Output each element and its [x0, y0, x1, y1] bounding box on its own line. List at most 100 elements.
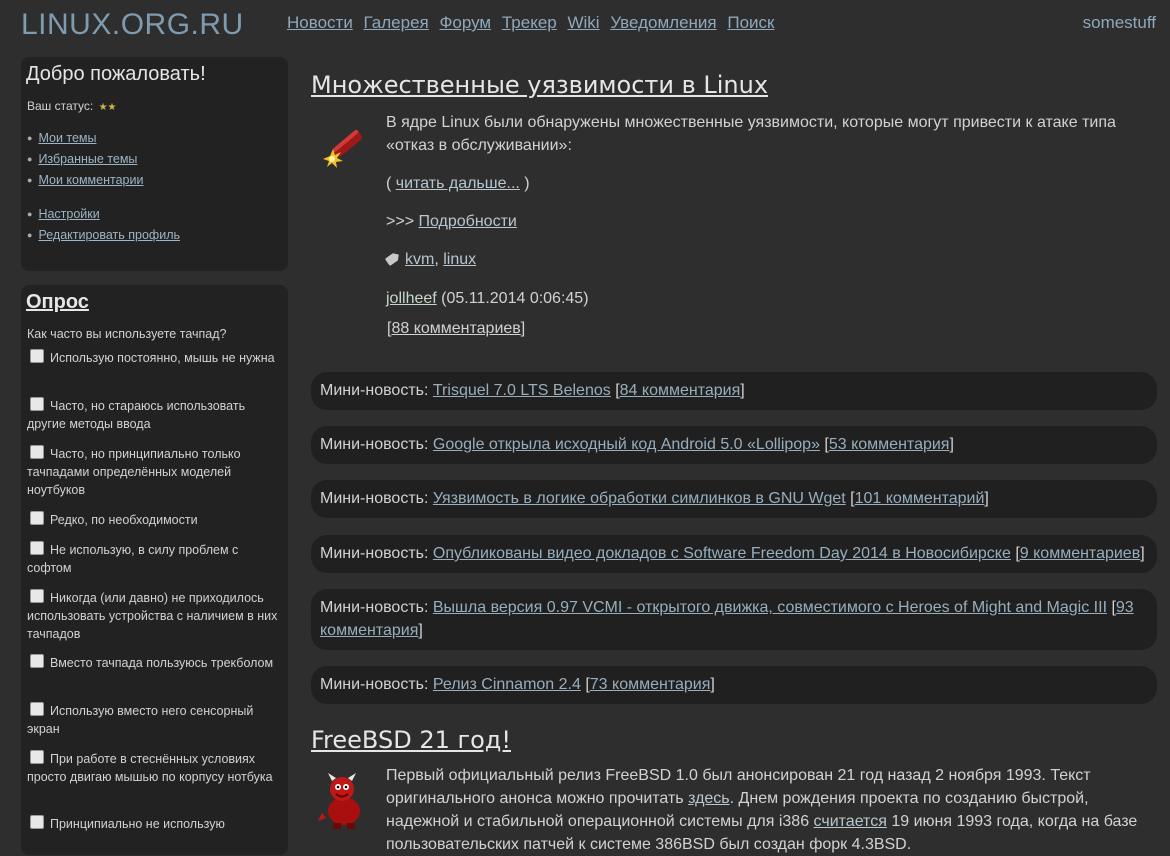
- comments-line: [88 комментариев]: [387, 320, 526, 337]
- poll-option-label: Часто, но принципиально только тачпадами…: [27, 447, 241, 497]
- nav-notifications[interactable]: Уведомления: [610, 13, 716, 32]
- poll-option-label: Вместо тачпада пользуюсь трекболом: [50, 656, 274, 670]
- tag-separator: ,: [434, 251, 444, 268]
- poll-checkbox[interactable]: [30, 349, 44, 363]
- nav-tracker[interactable]: Трекер: [502, 13, 557, 32]
- mini-news-comments-link[interactable]: 9 комментариев: [1020, 545, 1140, 562]
- poll-question: Как часто вы используете тачпад?: [27, 327, 227, 341]
- mini-news-comments-link[interactable]: 53 комментария: [829, 436, 950, 453]
- poll-checkbox[interactable]: [30, 702, 44, 716]
- bullet-icon: ●: [27, 133, 33, 144]
- details-link[interactable]: Подробности: [418, 213, 516, 230]
- mini-news-label: Мини-новость:: [320, 545, 433, 562]
- post-date: (05.11.2014 0:06:45): [436, 290, 589, 307]
- poll-option[interactable]: Не использую, в силу проблем с софтом: [27, 541, 283, 577]
- nav-forum[interactable]: Форум: [439, 13, 491, 32]
- nav-gallery[interactable]: Галерея: [364, 13, 429, 32]
- poll-option[interactable]: Часто, но принципиально только тачпадами…: [27, 445, 283, 499]
- poll-title-link[interactable]: Опрос: [26, 291, 89, 313]
- poll-checkbox[interactable]: [30, 511, 44, 525]
- status-label: Ваш статус:: [27, 99, 94, 113]
- tag-link[interactable]: kvm: [405, 251, 434, 268]
- mini-news-label: Мини-новость:: [320, 599, 433, 616]
- poll-option[interactable]: Редко, по необходимости: [27, 511, 283, 529]
- poll-checkbox[interactable]: [30, 445, 44, 459]
- nav-wiki[interactable]: Wiki: [567, 13, 599, 32]
- article-title-link[interactable]: Множественные уязвимости в Linux: [311, 71, 768, 99]
- poll-option[interactable]: Использую вместо него сенсорный экран: [27, 702, 283, 738]
- comments-link[interactable]: 88 комментариев: [391, 320, 520, 337]
- nav-search[interactable]: Поиск: [727, 13, 774, 32]
- poll-option-label: Часто, но стараюсь использовать другие м…: [27, 399, 246, 431]
- mini-news-link[interactable]: Trisquel 7.0 LTS Belenos: [433, 382, 611, 399]
- main-nav: Новости Галерея Форум Трекер Wiki Уведом…: [287, 13, 780, 33]
- mini-news-comments-link[interactable]: 84 комментария: [620, 382, 741, 399]
- mini-news-link[interactable]: Вышла версия 0.97 VCMI - открытого движк…: [433, 599, 1107, 616]
- paren: (: [386, 175, 396, 192]
- list-item: ● Избранные темы: [27, 149, 143, 170]
- tag-link[interactable]: linux: [443, 251, 476, 268]
- author-line: jollheef (05.11.2014 0:06:45): [386, 287, 589, 310]
- poll-option[interactable]: Часто, но стараюсь использовать другие м…: [27, 397, 283, 433]
- dynamite-icon: [323, 129, 362, 168]
- mini-news-label: Мини-новость:: [320, 490, 433, 507]
- mini-news-link[interactable]: Релиз Cinnamon 2.4: [433, 676, 581, 693]
- mini-news-item: Мини-новость: Уязвимость в логике обрабо…: [311, 480, 1157, 518]
- author-link[interactable]: jollheef: [386, 290, 437, 307]
- details-line: >>> Подробности: [386, 210, 517, 233]
- poll-option[interactable]: Использую постоянно, мышь не нужна: [27, 349, 283, 367]
- edit-profile-link[interactable]: Редактировать профиль: [38, 228, 180, 242]
- tag-icon: [385, 251, 402, 266]
- poll-option[interactable]: Никогда (или давно) не приходилось испол…: [27, 589, 283, 643]
- poll-checkbox[interactable]: [30, 750, 44, 764]
- read-more-link[interactable]: читать дальше...: [396, 175, 520, 192]
- mini-news-link[interactable]: Опубликованы видео докладов с Software F…: [433, 545, 1011, 562]
- list-item: ● Мои комментарии: [27, 170, 143, 191]
- poll-option[interactable]: Вместо тачпада пользуюсь трекболом: [27, 654, 283, 672]
- profile-links: ● Настройки ● Редактировать профиль: [27, 204, 180, 246]
- favorite-topics-link[interactable]: Избранные темы: [38, 152, 137, 166]
- poll-box: Опрос Как часто вы используете тачпад? И…: [21, 285, 288, 855]
- list-item: ● Мои темы: [27, 128, 143, 149]
- my-topics-link[interactable]: Мои темы: [38, 131, 96, 145]
- mini-news-item: Мини-новость: Google открыла исходный ко…: [311, 426, 1157, 464]
- mini-news-label: Мини-новость:: [320, 382, 433, 399]
- mini-news-comments-link[interactable]: 101 комментарий: [855, 490, 985, 507]
- poll-title: Опрос: [26, 291, 89, 314]
- announcement-link[interactable]: здесь: [688, 790, 730, 807]
- mini-news-link[interactable]: Google открыла исходный код Android 5.0 …: [433, 436, 820, 453]
- poll-checkbox[interactable]: [30, 589, 44, 603]
- site-logo[interactable]: LINUX.ORG.RU: [21, 8, 244, 42]
- mini-news-item: Мини-новость: Опубликованы видео докладо…: [311, 535, 1157, 573]
- poll-option-label: При работе в стеснённых условиях просто …: [27, 752, 273, 784]
- list-item: ● Настройки: [27, 204, 180, 225]
- poll-checkbox[interactable]: [30, 815, 44, 829]
- bullet-icon: ●: [27, 209, 33, 220]
- mini-news-label: Мини-новость:: [320, 676, 433, 693]
- poll-option[interactable]: Принципиально не использую: [27, 815, 283, 833]
- details-prefix: >>>: [386, 213, 419, 230]
- article-title: FreeBSD 21 год!: [311, 726, 511, 754]
- article-text: Первый официальный релиз FreeBSD 1.0 был…: [386, 764, 1151, 856]
- settings-link[interactable]: Настройки: [38, 207, 99, 221]
- my-comments-link[interactable]: Мои комментарии: [38, 173, 143, 187]
- nav-news[interactable]: Новости: [287, 13, 353, 32]
- poll-option[interactable]: При работе в стеснённых условиях просто …: [27, 750, 283, 786]
- mini-news-item: Мини-новость: Вышла версия 0.97 VCMI - о…: [311, 589, 1157, 650]
- poll-checkbox[interactable]: [30, 397, 44, 411]
- mini-news-item: Мини-новость: Релиз Cinnamon 2.4 [73 ком…: [311, 666, 1157, 704]
- article-title-link[interactable]: FreeBSD 21 год!: [311, 726, 511, 754]
- mini-news-comments-link[interactable]: 73 комментария: [590, 676, 711, 693]
- welcome-box: Добро пожаловать! Ваш статус: ★★ ● Мои те…: [21, 57, 288, 271]
- mini-news-item: Мини-новость: Trisquel 7.0 LTS Belenos […: [311, 372, 1157, 410]
- mini-news-link[interactable]: Уязвимость в логике обработки симлинков …: [433, 490, 846, 507]
- mini-news-label: Мини-новость:: [320, 436, 433, 453]
- list-item: ● Редактировать профиль: [27, 225, 180, 246]
- tags-line: kvm, linux: [386, 248, 476, 271]
- user-link[interactable]: somestuff: [1083, 13, 1156, 33]
- poll-checkbox[interactable]: [30, 654, 44, 668]
- poll-checkbox[interactable]: [30, 541, 44, 555]
- poll-option-label: Использую вместо него сенсорный экран: [27, 704, 254, 736]
- considered-link[interactable]: считается: [814, 813, 887, 830]
- poll-option-label: Не использую, в силу проблем с софтом: [27, 543, 239, 575]
